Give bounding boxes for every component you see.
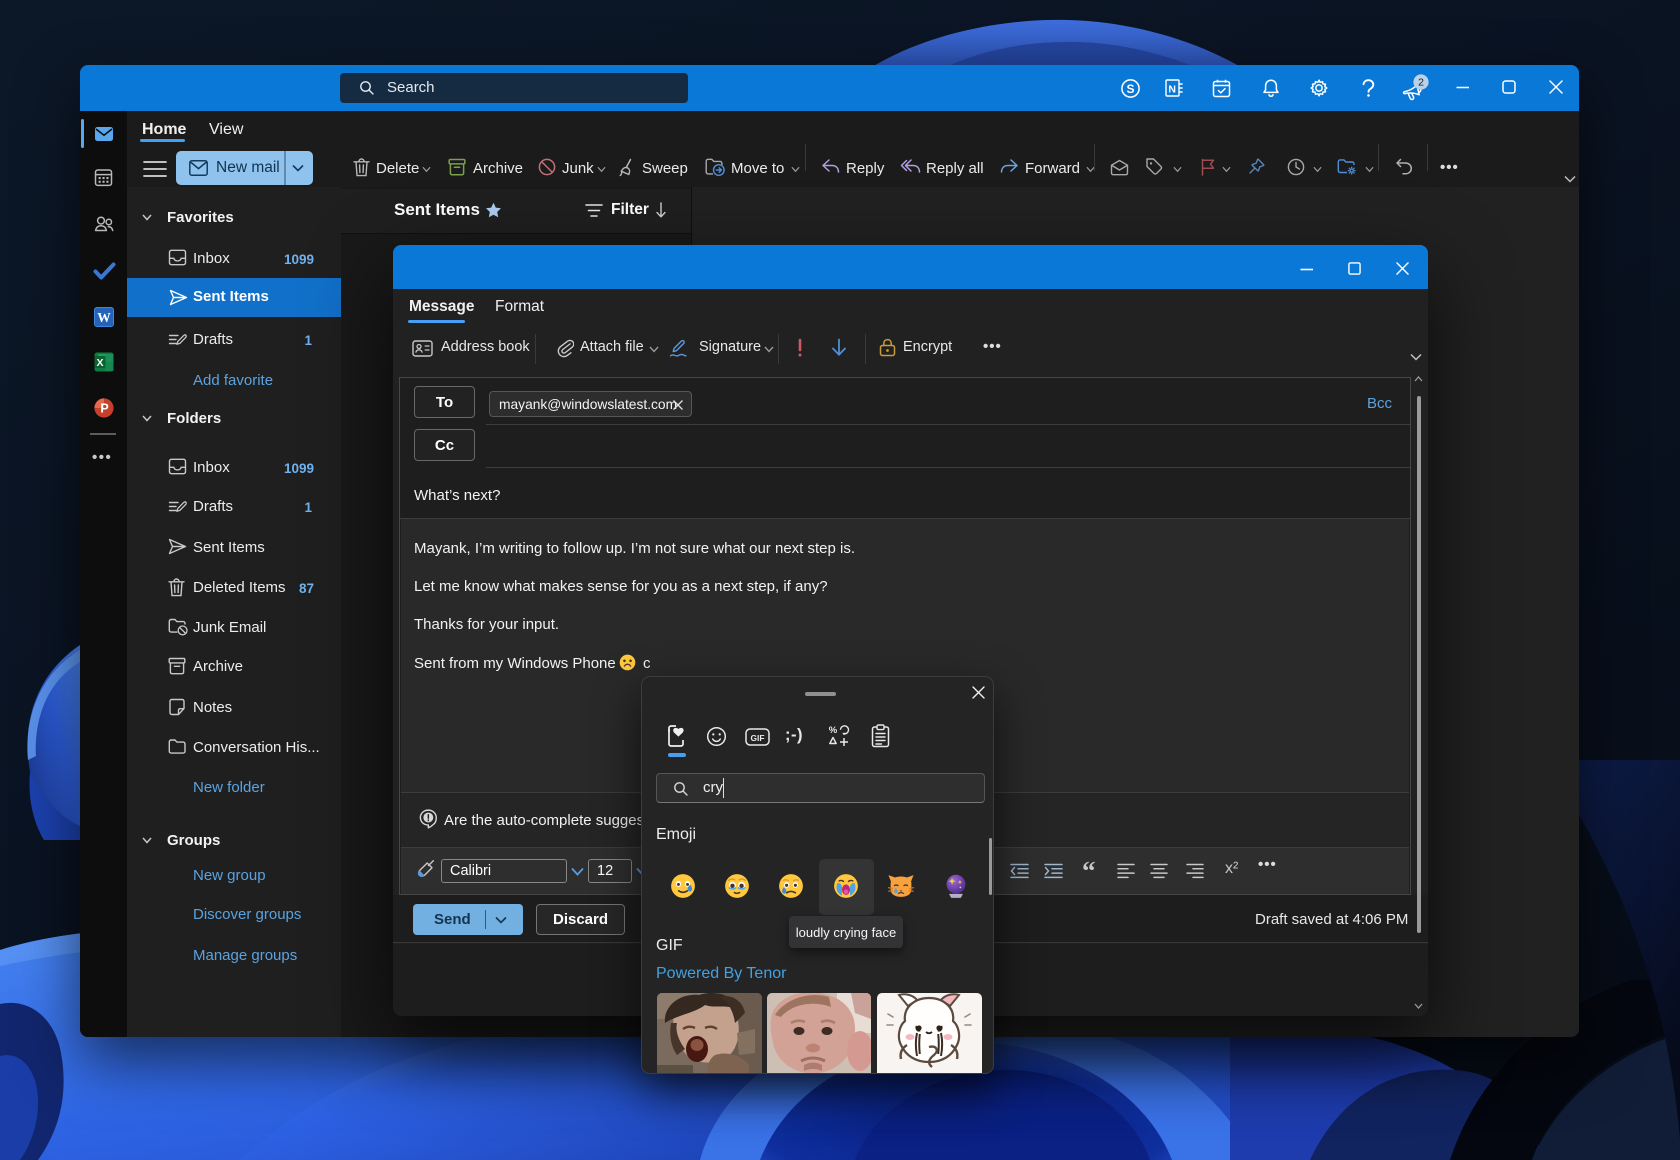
svg-text:S: S — [1126, 82, 1134, 96]
svg-text:GIF: GIF — [751, 733, 765, 743]
svg-text:W: W — [97, 310, 111, 325]
svg-text:P: P — [100, 402, 108, 416]
svg-text:N: N — [1168, 83, 1176, 95]
svg-text:2: 2 — [1418, 77, 1424, 89]
svg-text:%: % — [829, 725, 838, 736]
svg-text:X: X — [96, 357, 103, 369]
